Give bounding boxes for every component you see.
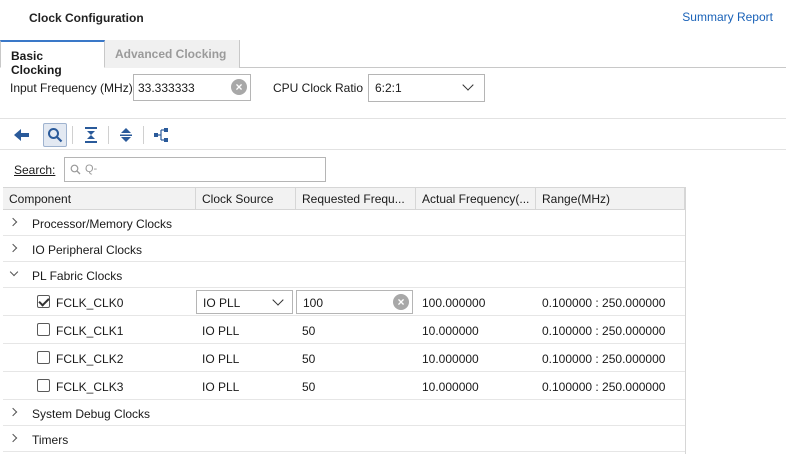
table-row[interactable]: IO Peripheral Clocks [3,236,685,262]
collapse-arrow-icon[interactable] [9,267,19,277]
hierarchy-icon [154,128,168,142]
input-frequency-value: 33.333333 [138,81,195,95]
fclk1-checkbox[interactable] [37,323,50,336]
tab-bar: Basic Clocking Advanced Clocking [0,36,786,77]
header: Clock Configuration Summary Report [0,0,786,36]
fclk2-actual: 10.000000 [422,352,479,366]
fclk1-actual: 10.000000 [422,324,479,338]
hierarchy-button[interactable] [149,123,173,147]
search-row: Search: Q- [0,153,786,187]
col-range[interactable]: Range(MHz) [536,188,685,210]
cpu-ratio-select[interactable]: 6:2:1 [368,74,485,102]
tab-basic-clocking[interactable]: Basic Clocking [0,40,105,77]
fclk2-range: 0.100000 : 250.000000 [542,352,666,366]
fclk3-range: 0.100000 : 250.000000 [542,380,666,394]
clock-table: Component Clock Source Requested Frequ..… [3,187,685,452]
collapse-all-button[interactable] [79,123,103,147]
row-label: Processor/Memory Clocks [32,217,173,231]
fclk3-checkbox[interactable] [37,379,50,392]
expand-arrow-icon[interactable] [8,407,18,417]
tab-advanced-clocking[interactable]: Advanced Clocking [105,40,240,68]
fclk2-checkbox[interactable] [37,351,50,364]
table-row[interactable]: System Debug Clocks [3,400,685,426]
table-row[interactable]: Processor/Memory Clocks [3,210,685,236]
table-header: Component Clock Source Requested Frequ..… [3,187,685,210]
chevron-down-icon [272,294,284,306]
fclk0-range: 0.100000 : 250.000000 [542,296,666,310]
fclk3-requested[interactable]: 50 [296,372,321,399]
fclk0-checkbox[interactable] [37,295,50,308]
search-label: Search: [14,163,56,177]
expand-all-button[interactable] [114,123,138,147]
fclk0-requested-input[interactable]: 100 × [296,290,413,314]
search-icon [70,164,81,175]
expand-arrow-icon[interactable] [8,217,18,227]
chevron-down-icon [462,79,474,91]
fclk0-source-select[interactable]: IO PLL [196,290,293,314]
collapse-all-icon [85,127,97,143]
table-row[interactable]: FCLK_CLK2 IO PLL 50 10.000000 0.100000 :… [3,344,685,372]
row-label: PL Fabric Clocks [32,269,123,283]
fclk0-requested-value: 100 [303,296,324,310]
toolbar-separator [72,126,73,144]
table-row[interactable]: PL Fabric Clocks [3,262,685,288]
clear-icon[interactable]: × [231,79,247,95]
fclk1-name: FCLK_CLK1 [56,324,124,338]
table-row[interactable]: Timers [3,426,685,452]
toolbar-separator [143,126,144,144]
table-row[interactable]: FCLK_CLK1 IO PLL 50 10.000000 0.100000 :… [3,316,685,344]
fclk3-actual: 10.000000 [422,380,479,394]
input-frequency-label: Input Frequency (MHz) [10,81,133,95]
search-toggle-button[interactable] [43,123,67,147]
params-row: Input Frequency (MHz) 33.333333 × CPU Cl… [0,68,786,112]
expand-arrow-icon[interactable] [8,243,18,253]
toolbar [0,118,786,150]
search-input[interactable]: Q- [64,157,326,182]
fclk1-requested[interactable]: 50 [296,316,321,343]
search-icon [48,128,63,143]
fclk0-actual: 100.000000 [422,296,486,310]
page-title: Clock Configuration [29,11,144,25]
fclk1-range: 0.100000 : 250.000000 [542,324,666,338]
col-requested-frequency[interactable]: Requested Frequ... [296,188,416,210]
row-label: System Debug Clocks [32,407,151,421]
cpu-ratio-label: CPU Clock Ratio [273,81,364,95]
fclk2-source[interactable]: IO PLL [196,344,245,371]
input-frequency-field[interactable]: 33.333333 × [133,74,251,101]
col-clock-source[interactable]: Clock Source [196,188,296,210]
col-component[interactable]: Component [3,188,196,210]
toolbar-separator [108,126,109,144]
col-actual-frequency[interactable]: Actual Frequency(... [416,188,536,210]
table-row[interactable]: FCLK_CLK0 IO PLL 100 × 100.000000 0.1000… [3,288,685,316]
expand-arrow-icon[interactable] [8,433,18,443]
summary-report-link[interactable]: Summary Report [682,10,773,24]
fclk0-name: FCLK_CLK0 [56,296,124,310]
back-button[interactable] [10,123,34,147]
back-icon [14,129,29,141]
clear-icon[interactable]: × [393,294,409,310]
fclk3-source[interactable]: IO PLL [196,372,245,399]
fclk2-requested[interactable]: 50 [296,344,321,371]
fclk3-name: FCLK_CLK3 [56,380,124,394]
fclk1-source[interactable]: IO PLL [196,316,245,343]
cpu-ratio-value: 6:2:1 [375,81,402,95]
table-row[interactable]: FCLK_CLK3 IO PLL 50 10.000000 0.100000 :… [3,372,685,400]
row-label: IO Peripheral Clocks [32,243,143,257]
fclk0-source-value: IO PLL [203,296,241,310]
row-label: Timers [32,433,69,447]
search-placeholder: Q- [85,163,98,175]
expand-all-icon [120,128,132,142]
fclk2-name: FCLK_CLK2 [56,352,124,366]
table-empty-area [685,187,786,454]
